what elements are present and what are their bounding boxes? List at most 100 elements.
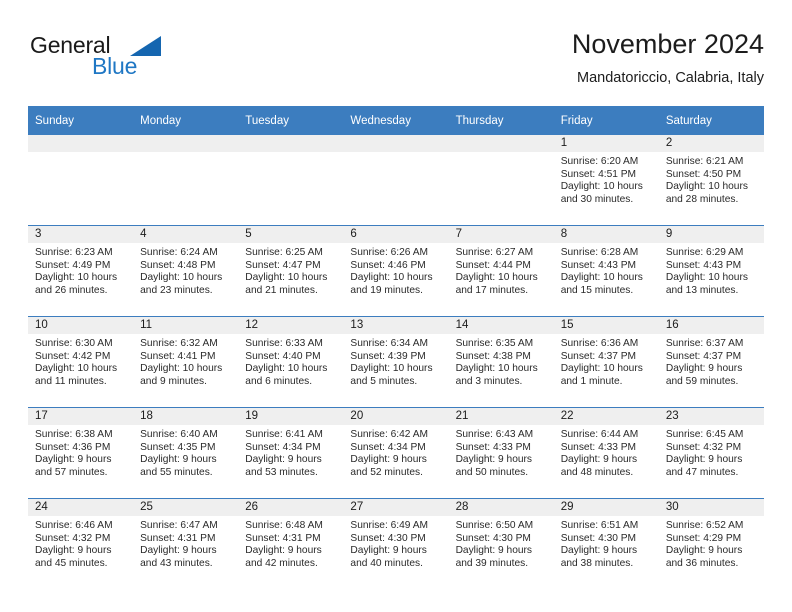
day-detail-daylight1: Daylight: 10 hours	[35, 363, 118, 375]
day-detail-sunset: Sunset: 4:37 PM	[665, 350, 742, 362]
calendar-day-cell[interactable]: 21 Sunrise: 6:43 AM Sunset: 4:33 PM Dayligh…	[448, 407, 554, 499]
calendar-day-cell[interactable]: 30 Sunrise: 6:52 AM Sunset: 4:29 PM Dayligh…	[658, 498, 764, 589]
day-detail-sunset: Sunset: 4:38 PM	[455, 350, 531, 362]
day-detail-daylight1: Daylight: 9 hours	[35, 454, 112, 466]
day-detail-sunrise: Sunrise: 6:47 AM	[140, 520, 218, 531]
weekday-header-saturday: Saturday	[658, 106, 764, 135]
day-detail-sunset: Sunset: 4:29 PM	[665, 532, 742, 544]
calendar-empty-cell	[448, 135, 554, 226]
calendar-day-cell[interactable]: 26 Sunrise: 6:48 AM Sunset: 4:31 PM Dayligh…	[238, 498, 344, 589]
calendar-day-cell[interactable]: 23 Sunrise: 6:45 AM Sunset: 4:32 PM Dayligh…	[658, 407, 764, 499]
calendar-day-cell[interactable]: 20 Sunrise: 6:42 AM Sunset: 4:34 PM Dayligh…	[343, 407, 449, 499]
day-cell-content: 15 Sunrise: 6:36 AM Sunset: 4:37 PM Dayligh…	[553, 317, 659, 407]
weekday-header-wednesday: Wednesday	[343, 106, 449, 135]
day-detail-daylight2: and 38 minutes.	[560, 557, 634, 569]
calendar-day-cell[interactable]: 18 Sunrise: 6:40 AM Sunset: 4:35 PM Dayligh…	[133, 407, 239, 499]
day-detail-sunrise: Sunrise: 6:20 AM	[560, 156, 639, 167]
weekday-header-friday: Friday	[553, 106, 659, 135]
day-number: 18	[133, 408, 239, 425]
day-cell-content	[133, 135, 239, 225]
day-cell-content: 20 Sunrise: 6:42 AM Sunset: 4:34 PM Dayligh…	[343, 408, 449, 498]
day-detail-sunrise: Sunrise: 6:48 AM	[245, 520, 323, 531]
day-detail-sunset: Sunset: 4:43 PM	[665, 259, 742, 271]
day-cell-content: 14 Sunrise: 6:35 AM Sunset: 4:38 PM Dayligh…	[448, 317, 554, 407]
day-detail-daylight1: Daylight: 10 hours	[560, 363, 643, 375]
day-cell-content: 11 Sunrise: 6:32 AM Sunset: 4:41 PM Dayligh…	[133, 317, 239, 407]
day-detail-sunset: Sunset: 4:32 PM	[665, 441, 742, 453]
day-details: Sunrise: 6:43 AM Sunset: 4:33 PM Daylight:…	[449, 425, 554, 479]
calendar-day-cell[interactable]: 17 Sunrise: 6:38 AM Sunset: 4:36 PM Dayligh…	[28, 407, 134, 499]
calendar-day-cell[interactable]: 19 Sunrise: 6:41 AM Sunset: 4:34 PM Dayligh…	[238, 407, 344, 499]
day-detail-daylight1: Daylight: 9 hours	[35, 545, 112, 557]
day-details: Sunrise: 6:48 AM Sunset: 4:31 PM Daylight:…	[238, 516, 343, 570]
calendar-day-cell[interactable]: 1 Sunrise: 6:20 AM Sunset: 4:51 PM Daylight…	[553, 135, 659, 226]
day-details: Sunrise: 6:38 AM Sunset: 4:36 PM Daylight:…	[28, 425, 133, 479]
calendar-day-cell[interactable]: 3 Sunrise: 6:23 AM Sunset: 4:49 PM Daylight…	[28, 225, 134, 317]
calendar-empty-cell	[238, 135, 344, 226]
day-detail-daylight1: Daylight: 10 hours	[665, 181, 748, 193]
calendar-day-cell[interactable]: 27 Sunrise: 6:49 AM Sunset: 4:30 PM Dayligh…	[343, 498, 449, 589]
calendar-day-cell[interactable]: 13 Sunrise: 6:34 AM Sunset: 4:39 PM Dayligh…	[343, 316, 449, 408]
calendar-day-cell[interactable]: 11 Sunrise: 6:32 AM Sunset: 4:41 PM Dayligh…	[133, 316, 239, 408]
calendar-day-cell[interactable]: 12 Sunrise: 6:33 AM Sunset: 4:40 PM Dayligh…	[238, 316, 344, 408]
day-detail-daylight1: Daylight: 9 hours	[665, 454, 743, 466]
day-detail-daylight2: and 11 minutes.	[35, 375, 107, 387]
day-detail-daylight2: and 3 minutes.	[455, 375, 523, 387]
calendar-day-cell[interactable]: 10 Sunrise: 6:30 AM Sunset: 4:42 PM Dayligh…	[28, 316, 134, 408]
day-detail-sunrise: Sunrise: 6:27 AM	[455, 247, 534, 258]
day-cell-content: 24 Sunrise: 6:46 AM Sunset: 4:32 PM Dayligh…	[28, 499, 134, 589]
day-detail-daylight1: Daylight: 10 hours	[140, 363, 223, 375]
day-number: 11	[133, 317, 239, 334]
calendar-day-cell[interactable]: 22 Sunrise: 6:44 AM Sunset: 4:33 PM Dayligh…	[553, 407, 659, 499]
day-details: Sunrise: 6:47 AM Sunset: 4:31 PM Daylight:…	[133, 516, 238, 570]
day-detail-sunset: Sunset: 4:50 PM	[665, 168, 742, 180]
day-cell-content	[238, 135, 344, 225]
day-number: 14	[448, 317, 554, 334]
weekday-header-row: Sunday Monday Tuesday Wednesday Thursday…	[28, 106, 764, 135]
day-detail-sunset: Sunset: 4:30 PM	[455, 532, 531, 544]
general-blue-logo[interactable]: General Blue	[30, 32, 210, 88]
calendar-day-cell[interactable]: 7 Sunrise: 6:27 AM Sunset: 4:44 PM Daylight…	[448, 225, 554, 317]
day-detail-sunset: Sunset: 4:34 PM	[245, 441, 321, 453]
day-detail-daylight2: and 59 minutes.	[665, 375, 739, 387]
calendar-day-cell[interactable]: 2 Sunrise: 6:21 AM Sunset: 4:50 PM Daylight…	[658, 135, 764, 226]
calendar-day-cell[interactable]: 25 Sunrise: 6:47 AM Sunset: 4:31 PM Dayligh…	[133, 498, 239, 589]
day-details: Sunrise: 6:33 AM Sunset: 4:40 PM Daylight:…	[238, 334, 343, 388]
day-detail-sunrise: Sunrise: 6:30 AM	[35, 338, 113, 349]
day-number: 6	[343, 226, 449, 243]
day-detail-daylight2: and 40 minutes.	[350, 557, 423, 569]
day-detail-sunset: Sunset: 4:33 PM	[455, 441, 531, 453]
calendar-day-cell[interactable]: 8 Sunrise: 6:28 AM Sunset: 4:43 PM Daylight…	[553, 225, 659, 317]
day-number: 13	[343, 317, 449, 334]
weekday-header-sunday: Sunday	[28, 106, 134, 135]
calendar-day-cell[interactable]: 16 Sunrise: 6:37 AM Sunset: 4:37 PM Dayligh…	[658, 316, 764, 408]
calendar-week-row: 17 Sunrise: 6:38 AM Sunset: 4:36 PM Dayligh…	[28, 407, 764, 499]
calendar-day-cell[interactable]: 28 Sunrise: 6:50 AM Sunset: 4:30 PM Dayligh…	[448, 498, 554, 589]
calendar-empty-cell	[28, 135, 134, 226]
logo-text-blue: Blue	[92, 53, 138, 79]
day-cell-content: 21 Sunrise: 6:43 AM Sunset: 4:33 PM Dayligh…	[448, 408, 554, 498]
day-detail-daylight1: Daylight: 10 hours	[245, 363, 328, 375]
day-detail-daylight1: Daylight: 10 hours	[455, 272, 538, 284]
calendar-day-cell[interactable]: 9 Sunrise: 6:29 AM Sunset: 4:43 PM Daylight…	[658, 225, 764, 317]
day-detail-sunset: Sunset: 4:42 PM	[35, 350, 111, 362]
day-details: Sunrise: 6:37 AM Sunset: 4:37 PM Daylight:…	[659, 334, 764, 388]
day-number: 15	[553, 317, 659, 334]
day-number: 30	[658, 499, 764, 516]
day-number: 3	[28, 226, 134, 243]
day-detail-sunset: Sunset: 4:30 PM	[560, 532, 637, 544]
calendar-day-cell[interactable]: 14 Sunrise: 6:35 AM Sunset: 4:38 PM Dayligh…	[448, 316, 554, 408]
weekday-header-thursday: Thursday	[448, 106, 554, 135]
day-number: 4	[133, 226, 239, 243]
day-details: Sunrise: 6:21 AM Sunset: 4:50 PM Daylight:…	[659, 152, 764, 206]
day-detail-daylight1: Daylight: 10 hours	[350, 363, 433, 375]
calendar-day-cell[interactable]: 5 Sunrise: 6:25 AM Sunset: 4:47 PM Daylight…	[238, 225, 344, 317]
calendar-day-cell[interactable]: 24 Sunrise: 6:46 AM Sunset: 4:32 PM Dayligh…	[28, 498, 134, 589]
day-detail-sunset: Sunset: 4:32 PM	[35, 532, 111, 544]
day-detail-daylight2: and 6 minutes.	[245, 375, 313, 387]
calendar-day-cell[interactable]: 4 Sunrise: 6:24 AM Sunset: 4:48 PM Daylight…	[133, 225, 239, 317]
day-detail-daylight1: Daylight: 10 hours	[560, 181, 643, 193]
calendar-day-cell[interactable]: 6 Sunrise: 6:26 AM Sunset: 4:46 PM Daylight…	[343, 225, 449, 317]
calendar-day-cell[interactable]: 15 Sunrise: 6:36 AM Sunset: 4:37 PM Dayligh…	[553, 316, 659, 408]
calendar-day-cell[interactable]: 29 Sunrise: 6:51 AM Sunset: 4:30 PM Dayligh…	[553, 498, 659, 589]
